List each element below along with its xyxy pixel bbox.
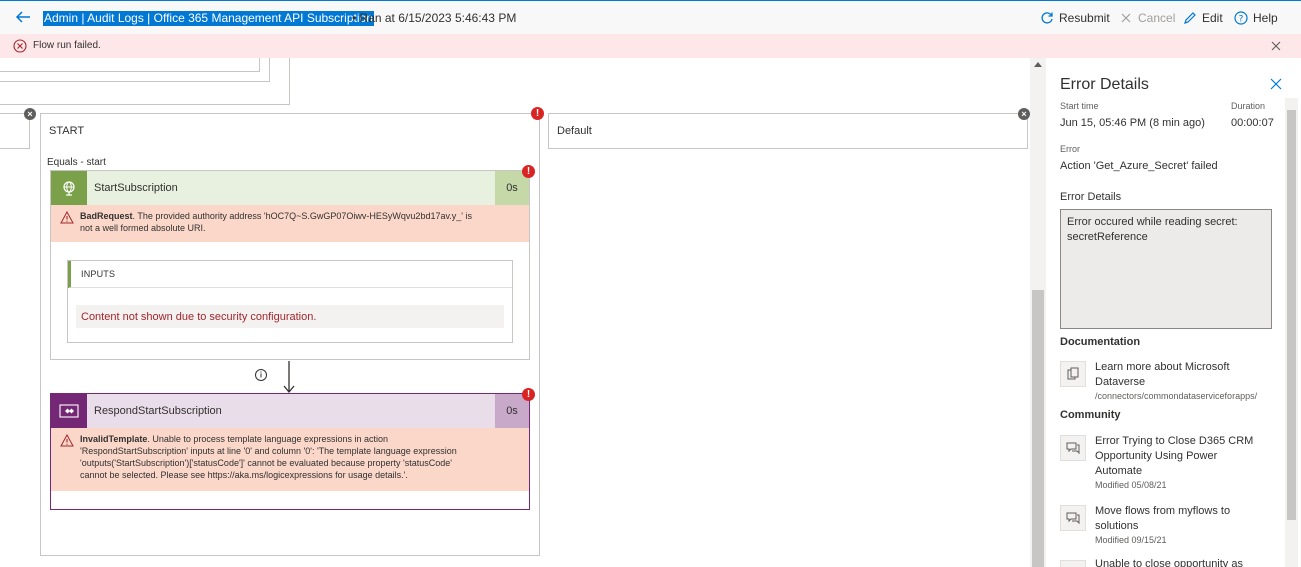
action-error-message: InvalidTemplate. Unable to process templ… xyxy=(51,428,529,491)
community-post-title[interactable]: Unable to close opportunity as xyxy=(1095,557,1265,567)
action-name: RespondStartSubscription xyxy=(94,405,222,417)
chat-icon xyxy=(1066,442,1080,455)
error-code: InvalidTemplate xyxy=(80,434,148,444)
cancel-button[interactable]: Cancel xyxy=(1119,10,1175,26)
error-details-panel: Error Details Start time Duration Jun 15… xyxy=(1046,58,1301,567)
error-details-textarea[interactable]: Error occured while reading secret: secr… xyxy=(1060,209,1272,329)
error-label: Error xyxy=(1060,144,1080,154)
help-icon: ? xyxy=(1234,11,1248,25)
close-icon xyxy=(1121,13,1131,23)
community-post-title[interactable]: Move flows from myflows to solutions xyxy=(1095,504,1260,534)
duration-label: Duration xyxy=(1231,101,1266,111)
refresh-icon xyxy=(1041,12,1053,24)
community-post-modified: Modified 09/15/21 xyxy=(1095,535,1167,545)
action-icon-box xyxy=(51,394,87,428)
dismiss-banner-icon[interactable] xyxy=(1270,40,1282,52)
action-card-respond-start-subscription[interactable]: RespondStartSubscription 0s InvalidTempl… xyxy=(50,393,530,510)
action-error-message: BadRequest. The provided authority addre… xyxy=(51,205,529,242)
community-icon-box xyxy=(1060,435,1086,461)
canvas-scroll-thumb[interactable] xyxy=(1032,290,1044,567)
error-text: cannot be selected. Please see https://a… xyxy=(80,470,408,480)
container-outline xyxy=(0,58,290,105)
panel-scroll-thumb[interactable] xyxy=(1287,110,1296,520)
error-banner: Flow run failed. xyxy=(0,34,1301,58)
resubmit-button[interactable]: Resubmit xyxy=(1040,10,1110,26)
help-label: Help xyxy=(1253,11,1278,25)
svg-text:?: ? xyxy=(1239,15,1244,25)
documentation-link[interactable]: Learn more about Microsoft Dataverse xyxy=(1095,360,1245,390)
details-label: Error Details xyxy=(1060,191,1122,203)
edit-label: Edit xyxy=(1202,11,1223,25)
start-time-label: Start time xyxy=(1060,101,1099,111)
chat-icon xyxy=(1066,512,1080,525)
flow-title: Admin | Audit Logs | Office 365 Manageme… xyxy=(43,11,374,26)
error-indicator-icon: ! xyxy=(531,107,544,120)
inputs-header[interactable]: INPUTS xyxy=(68,261,512,288)
globe-icon xyxy=(63,181,75,196)
action-card-start-subscription[interactable]: StartSubscription 0s BadRequest. The pro… xyxy=(50,170,530,360)
pencil-icon xyxy=(1184,12,1196,24)
warning-icon xyxy=(60,211,74,224)
remove-case-icon[interactable]: × xyxy=(24,108,36,120)
error-text: . Unable to process template language ex… xyxy=(147,434,389,444)
panel-title: Error Details xyxy=(1060,76,1149,93)
documentation-icon-box xyxy=(1060,361,1086,387)
documentation-path: /connectors/commondataserviceforapps/ xyxy=(1095,391,1258,401)
response-icon xyxy=(59,404,79,418)
community-heading: Community xyxy=(1060,409,1121,421)
back-arrow-icon[interactable] xyxy=(14,8,32,26)
connector-arrow-icon xyxy=(255,361,295,394)
error-circle-icon xyxy=(13,39,27,53)
community-post-modified: Modified 05/08/21 xyxy=(1095,480,1167,490)
error-indicator-icon: ! xyxy=(522,165,535,178)
case-start-label[interactable]: START xyxy=(49,125,84,137)
resubmit-label: Resubmit xyxy=(1059,11,1110,25)
close-panel-icon[interactable] xyxy=(1270,78,1282,90)
start-time-value: Jun 15, 05:46 PM (8 min ago) xyxy=(1060,117,1205,129)
action-icon-box xyxy=(51,171,87,205)
inputs-label: INPUTS xyxy=(81,269,116,279)
scroll-up-icon[interactable] xyxy=(1034,62,1042,67)
error-value: Action 'Get_Azure_Secret' failed xyxy=(1060,160,1218,172)
community-icon-box xyxy=(1060,560,1086,567)
help-button[interactable]: ? Help xyxy=(1234,10,1278,26)
error-text: not a well formed absolute URI. xyxy=(80,223,206,233)
banner-message: Flow run failed. xyxy=(33,40,101,51)
error-text: 'RespondStartSubscription' inputs at lin… xyxy=(80,446,457,456)
documentation-heading: Documentation xyxy=(1060,336,1141,348)
community-post-title[interactable]: Error Trying to Close D365 CRM Opportuni… xyxy=(1095,434,1255,479)
error-indicator-icon: ! xyxy=(522,388,535,401)
run-timestamp: • Ran at 6/15/2023 5:46:43 PM xyxy=(352,11,517,25)
remove-case-icon[interactable]: × xyxy=(1018,108,1030,120)
edit-button[interactable]: Edit xyxy=(1183,10,1223,26)
warning-icon xyxy=(60,434,74,447)
equals-label: Equals - start xyxy=(47,157,106,168)
command-bar: Admin | Audit Logs | Office 365 Manageme… xyxy=(0,0,1301,34)
case-default-label[interactable]: Default xyxy=(557,125,592,137)
inputs-section[interactable]: INPUTS Content not shown due to security… xyxy=(67,260,513,343)
duration-value: 00:00:07 xyxy=(1231,117,1274,129)
flow-canvas[interactable]: × START ! Equals - start Default × Start… xyxy=(0,58,1030,567)
error-code: BadRequest xyxy=(80,211,133,221)
cancel-label: Cancel xyxy=(1138,11,1176,25)
secure-content-message: Content not shown due to security config… xyxy=(76,305,504,328)
action-name: StartSubscription xyxy=(94,182,178,194)
error-text: . The provided authority address 'hOC7Q~… xyxy=(132,211,473,221)
community-icon-box xyxy=(1060,505,1086,531)
case-default-card[interactable] xyxy=(548,113,1028,149)
document-icon xyxy=(1067,367,1079,380)
error-text: 'outputs('StartSubscription')['statusCod… xyxy=(80,458,452,468)
